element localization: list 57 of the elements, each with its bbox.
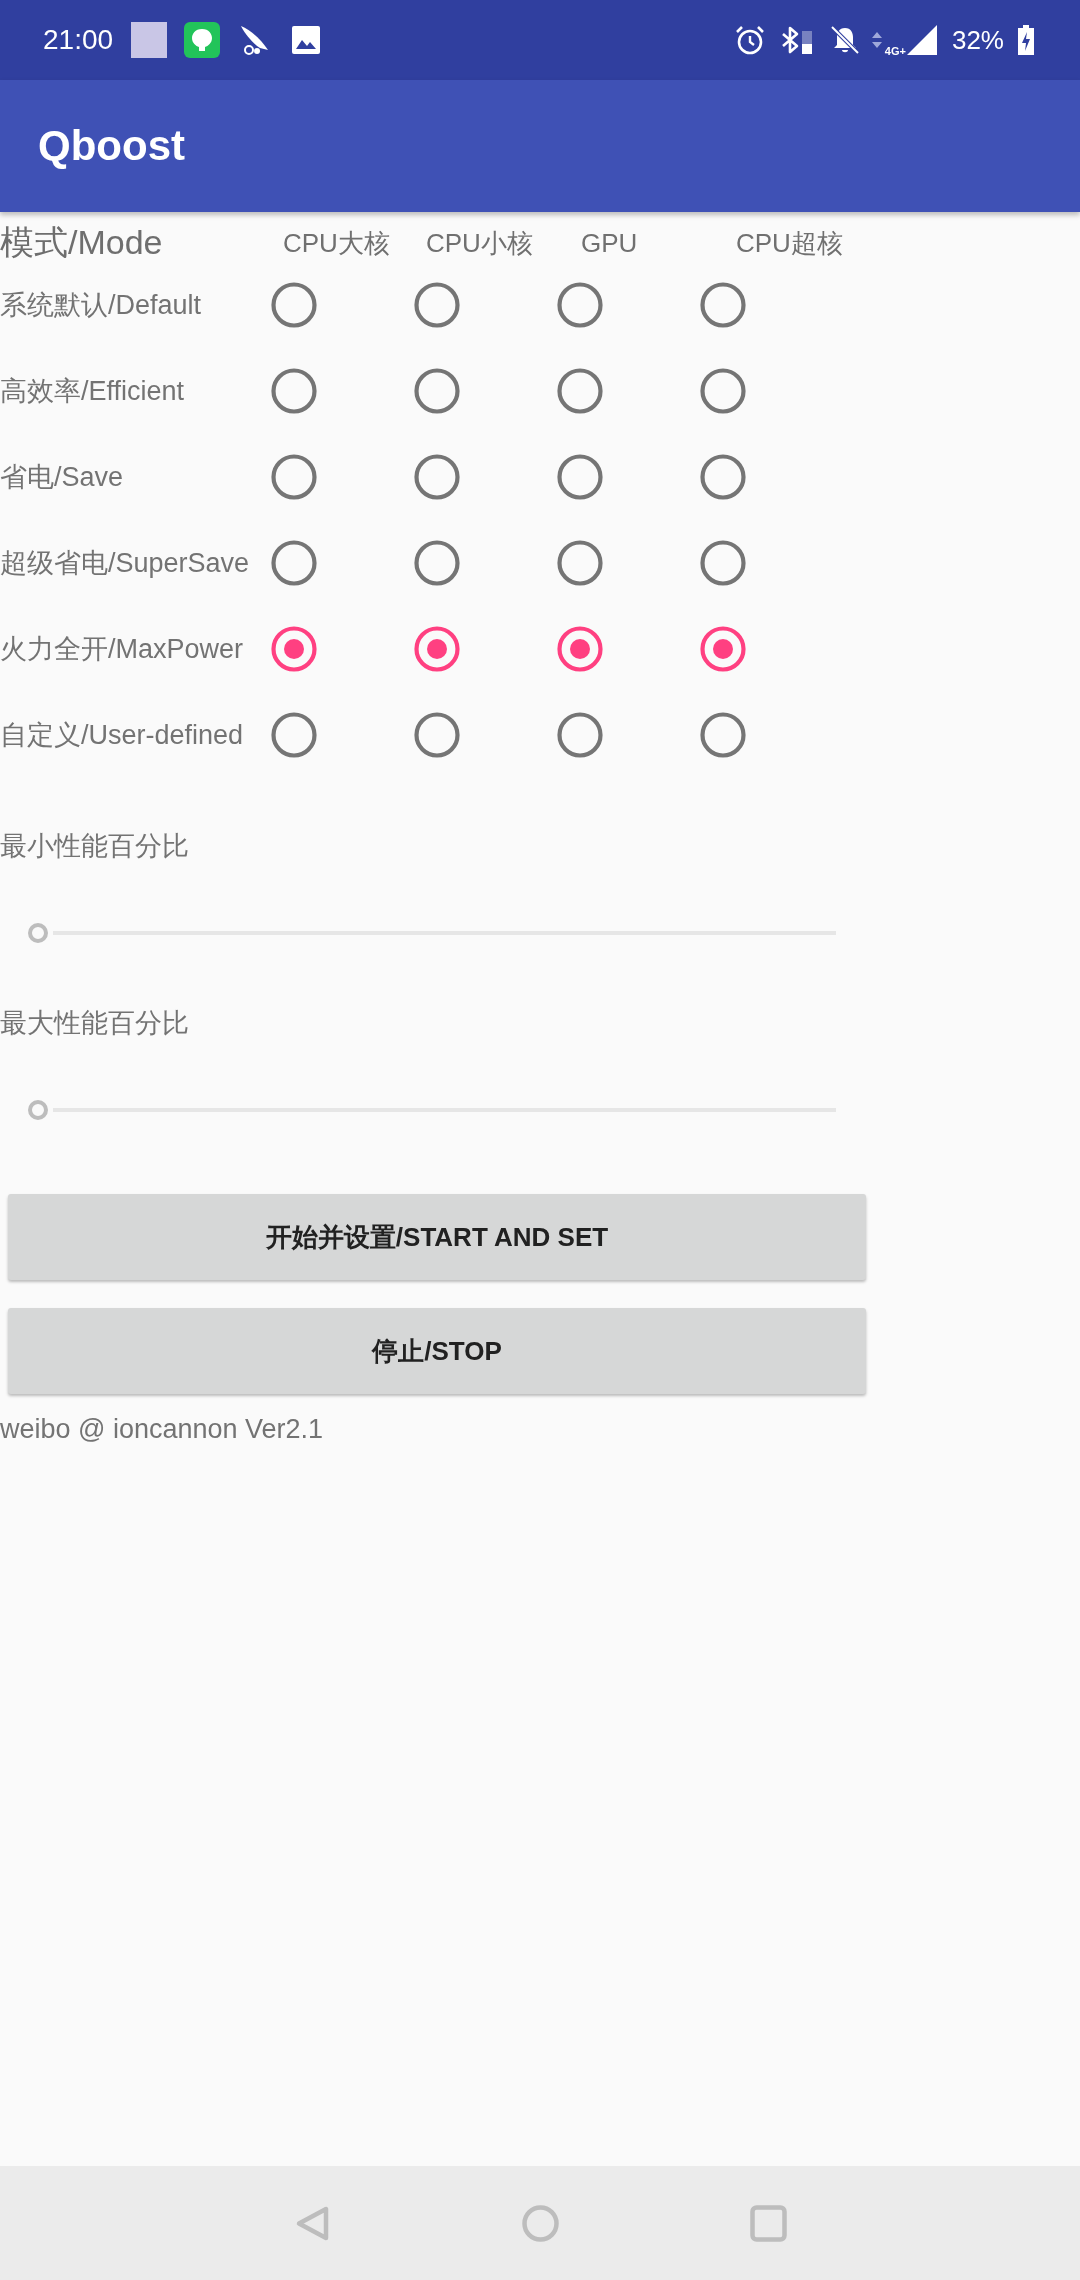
slider-thumb[interactable] bbox=[28, 1100, 48, 1120]
mode-label: 自定义/User-defined bbox=[0, 719, 245, 752]
battery-charging-icon bbox=[1018, 25, 1034, 55]
radio-button[interactable] bbox=[414, 454, 460, 500]
slider-label: 最小性能百分比 bbox=[0, 830, 189, 863]
signal-icon bbox=[905, 24, 938, 56]
data-activity-icon bbox=[870, 30, 883, 50]
feather-icon bbox=[238, 24, 271, 56]
image-thumbnail bbox=[131, 22, 168, 58]
alarm-icon bbox=[734, 25, 765, 55]
slider-track[interactable] bbox=[28, 1100, 836, 1120]
slider-track[interactable] bbox=[28, 923, 836, 943]
radio-button[interactable] bbox=[700, 540, 746, 586]
battery-percent: 32% bbox=[951, 24, 1004, 56]
radio-button[interactable] bbox=[271, 368, 317, 414]
radio-button[interactable] bbox=[700, 282, 746, 328]
radio-button[interactable] bbox=[700, 626, 746, 672]
slider-label: 最大性能百分比 bbox=[0, 1007, 189, 1040]
start-button[interactable]: 开始并设置/START AND SET bbox=[8, 1194, 866, 1280]
mode-label: 省电/Save bbox=[0, 461, 125, 494]
radio-button[interactable] bbox=[557, 368, 603, 414]
network-type: 4G+ bbox=[884, 45, 906, 57]
radio-button[interactable] bbox=[700, 368, 746, 414]
radio-button[interactable] bbox=[557, 540, 603, 586]
mode-label: 高效率/Efficient bbox=[0, 375, 186, 408]
radio-button[interactable] bbox=[557, 626, 603, 672]
mode-label: 超级省电/SuperSave bbox=[0, 547, 251, 580]
image-icon bbox=[292, 26, 321, 54]
column-header: CPU大核 bbox=[283, 226, 391, 260]
column-header: GPU bbox=[581, 227, 639, 259]
slider-thumb[interactable] bbox=[28, 923, 48, 943]
radio-button[interactable] bbox=[414, 368, 460, 414]
radio-button[interactable] bbox=[414, 712, 460, 758]
column-header: CPU超核 bbox=[736, 226, 844, 260]
bell-off-icon bbox=[828, 24, 861, 56]
radio-button[interactable] bbox=[557, 712, 603, 758]
stop-button[interactable]: 停止/STOP bbox=[8, 1308, 866, 1394]
radio-button[interactable] bbox=[271, 454, 317, 500]
version-credit: weibo @ ioncannon Ver2.1 bbox=[0, 1413, 324, 1446]
mode-label: 火力全开/MaxPower bbox=[0, 633, 245, 666]
column-header: CPU小核 bbox=[426, 226, 534, 260]
mode-label: 系统默认/Default bbox=[0, 289, 203, 322]
radio-button[interactable] bbox=[271, 540, 317, 586]
radio-button[interactable] bbox=[271, 626, 317, 672]
app-title: Qboost bbox=[38, 122, 185, 170]
radio-button[interactable] bbox=[700, 454, 746, 500]
radio-button[interactable] bbox=[271, 712, 317, 758]
radio-button[interactable] bbox=[414, 282, 460, 328]
radio-button[interactable] bbox=[414, 540, 460, 586]
speech-bubble-icon bbox=[184, 22, 221, 58]
radio-button[interactable] bbox=[414, 626, 460, 672]
mode-heading: 模式/Mode bbox=[0, 222, 164, 263]
radio-button[interactable] bbox=[271, 282, 317, 328]
status-time: 21:00 bbox=[43, 24, 114, 56]
radio-button[interactable] bbox=[557, 282, 603, 328]
radio-button[interactable] bbox=[700, 712, 746, 758]
radio-button[interactable] bbox=[557, 454, 603, 500]
